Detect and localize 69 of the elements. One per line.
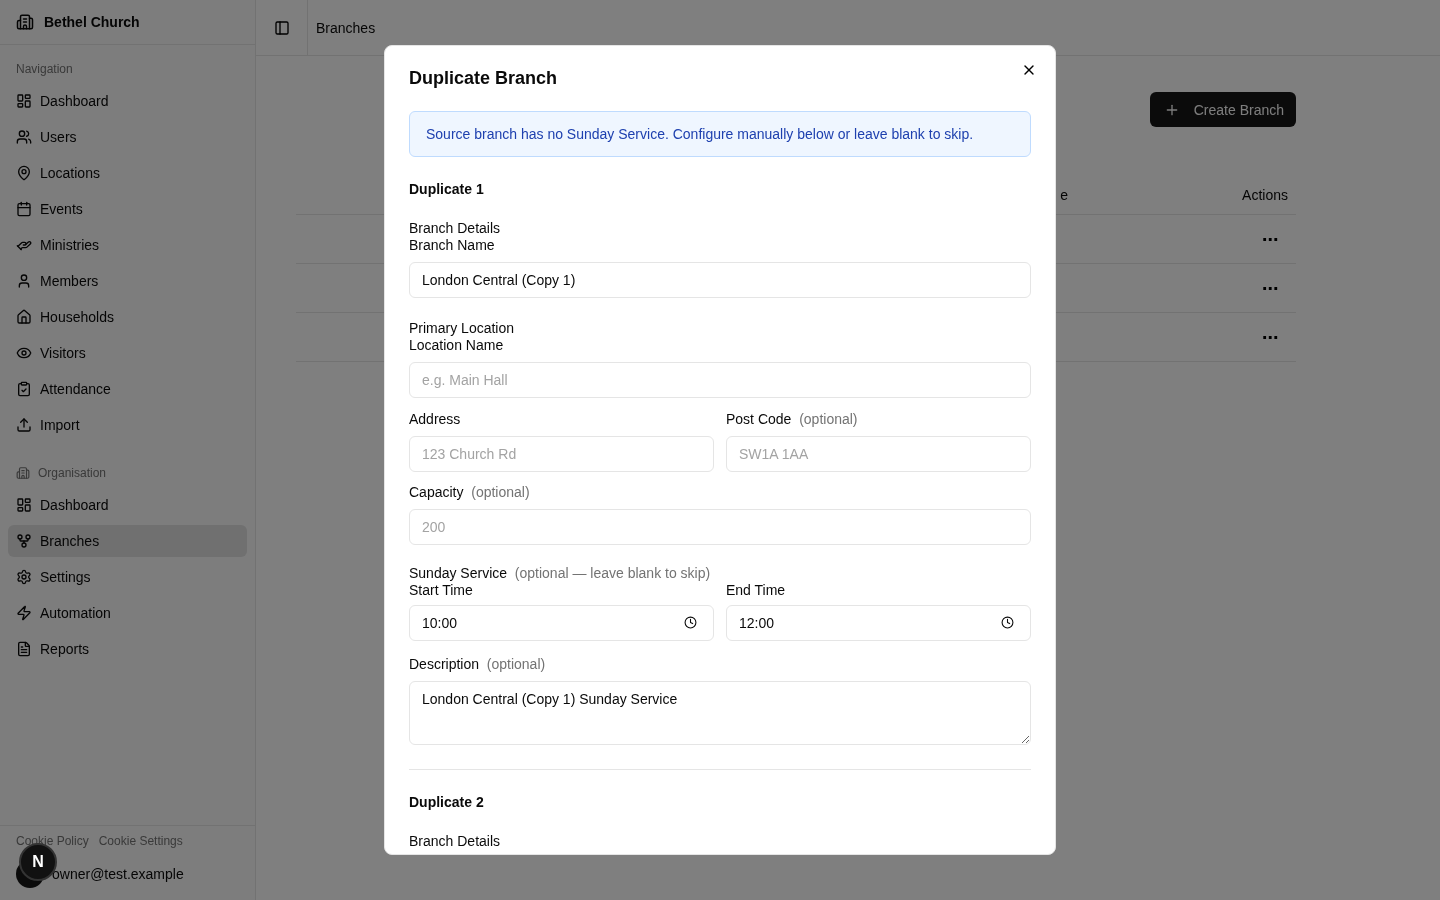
clock-icon xyxy=(684,616,697,629)
nav-item[interactable]: Visitors xyxy=(8,337,247,369)
text-field[interactable]: 123 Church Rd xyxy=(409,436,714,472)
clipboard-check-icon xyxy=(16,381,32,397)
section-heading: Duplicate 1 xyxy=(409,181,485,198)
users-icon xyxy=(16,129,32,145)
field-label: End Time xyxy=(726,582,787,599)
nav-item[interactable]: Events xyxy=(8,193,247,225)
field-label: Capacity (optional) xyxy=(409,484,531,501)
nav-item[interactable]: Households xyxy=(8,301,247,333)
dashboard-icon xyxy=(16,497,32,513)
nav-item[interactable]: Import xyxy=(8,409,247,441)
column-header: e xyxy=(1060,186,1069,203)
text-field[interactable]: e.g. Main Hall xyxy=(409,362,1031,398)
text-area[interactable]: London Central (Copy 1) Sunday Service xyxy=(409,681,1031,745)
field-label: Description (optional) xyxy=(409,656,547,673)
field-label: Address xyxy=(409,411,462,428)
branch-icon xyxy=(16,533,32,549)
nav-item[interactable]: Reports xyxy=(8,633,247,665)
section-heading: Duplicate 2 xyxy=(409,794,485,811)
group-label: Branch Details xyxy=(409,220,502,237)
field-label: Sunday Service (optional — leave blank to skip) xyxy=(409,565,712,582)
text-field[interactable]: 200 xyxy=(409,509,1031,545)
info-notice: Source branch has no Sunday Service. Configure manually below or leave blank to skip. xyxy=(409,111,1031,157)
nav-item[interactable]: Ministries xyxy=(8,229,247,261)
eye-icon xyxy=(16,345,32,361)
settings-icon xyxy=(16,569,32,585)
field-label: Branch Name xyxy=(409,237,496,254)
building-icon xyxy=(16,13,34,31)
nav-item[interactable]: Users xyxy=(8,121,247,153)
dialog-title: Duplicate Branch xyxy=(409,68,559,89)
section-title: Navigation xyxy=(16,62,73,76)
panel-icon xyxy=(273,19,290,36)
document-icon xyxy=(16,641,32,657)
calendar-icon xyxy=(16,201,32,217)
nav-item[interactable]: Dashboard xyxy=(8,85,247,117)
more-button[interactable]: ⋯ xyxy=(1262,278,1278,298)
time-field[interactable]: 10:00 xyxy=(409,605,714,641)
group-label: Branch Details xyxy=(409,833,502,850)
brand-name: Bethel Church xyxy=(44,14,140,30)
create-button[interactable]: Create Branch xyxy=(1149,92,1296,127)
footer-link[interactable]: Cookie Settings xyxy=(98,834,183,848)
nav-item[interactable]: Branches xyxy=(8,525,247,557)
more-button[interactable]: ⋯ xyxy=(1262,229,1278,249)
field-label: Post Code (optional) xyxy=(726,411,859,428)
nav-item[interactable]: Dashboard xyxy=(8,489,247,521)
nav-item[interactable]: Automation xyxy=(8,597,247,629)
clock-icon xyxy=(1001,616,1014,629)
time-field[interactable]: 12:00 xyxy=(726,605,1031,641)
nav-item[interactable]: Attendance xyxy=(8,373,247,405)
field-label: Start Time xyxy=(409,582,474,599)
text-field[interactable]: London Central (Copy 1) xyxy=(409,262,1031,298)
building-icon xyxy=(16,466,30,480)
upload-icon xyxy=(16,417,32,433)
lightning-icon xyxy=(16,605,32,621)
group-label: Primary Location xyxy=(409,320,516,337)
text-field[interactable]: SW1A 1AA xyxy=(726,436,1031,472)
map-pin-icon xyxy=(16,165,32,181)
breadcrumb: Branches xyxy=(316,19,376,36)
section-title: Organisation xyxy=(38,466,107,480)
nav-item[interactable]: Locations xyxy=(8,157,247,189)
house-icon xyxy=(16,309,32,325)
column-header: Actions xyxy=(1242,186,1288,203)
user-icon xyxy=(16,273,32,289)
nav-item[interactable]: Settings xyxy=(8,561,247,593)
more-button[interactable]: ⋯ xyxy=(1262,327,1278,347)
field-label: Location Name xyxy=(409,337,505,354)
dashboard-icon xyxy=(16,93,32,109)
nav-item[interactable]: Members xyxy=(8,265,247,297)
